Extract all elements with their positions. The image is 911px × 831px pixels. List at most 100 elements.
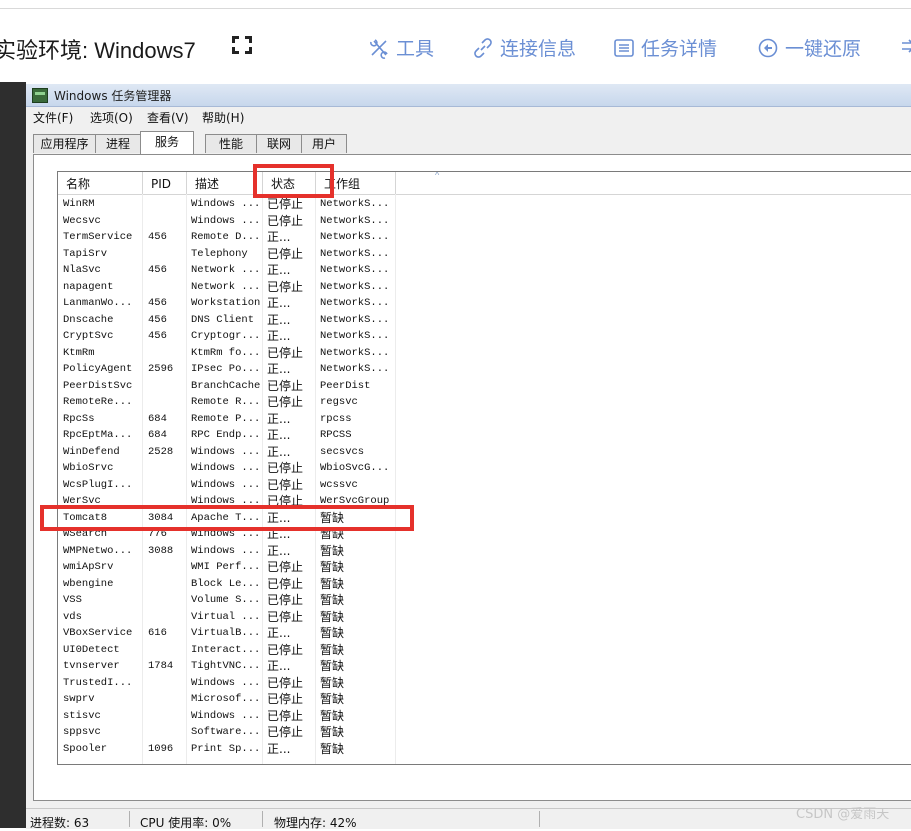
table-row[interactable]: wmiApSrv WMI Perf... 已停止 暂缺 — [58, 559, 911, 576]
tab-performance[interactable]: 性能 — [205, 134, 257, 153]
table-row[interactable]: VSS Volume S... 已停止 暂缺 — [58, 592, 911, 609]
table-row[interactable]: TrustedI... Windows ... 已停止 暂缺 — [58, 675, 911, 692]
tools-button[interactable]: 工具 — [368, 34, 434, 61]
column-header-description[interactable]: 描述 — [187, 172, 263, 194]
cell-pid: 2528 — [148, 445, 174, 458]
cell-name: NlaSvc — [63, 264, 101, 276]
cell-desc: Windows ... — [191, 478, 261, 491]
table-row[interactable]: WMPNetwo... 3088 Windows ... 正... 暂缺 — [58, 543, 911, 560]
cell-name: Wecsvc — [63, 214, 101, 227]
table-row[interactable]: RemoteRe... Remote R... 已停止 regsvc — [58, 394, 911, 411]
menu-view[interactable]: 查看(V) — [147, 109, 189, 126]
cell-group: PeerDist — [320, 379, 371, 392]
task-details-button[interactable]: 任务详情 — [613, 34, 717, 61]
cell-desc: Block Le... — [191, 577, 261, 590]
cell-name: tvnserver — [63, 660, 120, 672]
cell-state: 已停止 — [267, 642, 304, 657]
link-icon — [474, 37, 492, 58]
cell-pid: 1784 — [148, 660, 174, 672]
cell-desc: Windows ... — [191, 544, 261, 557]
cell-group: 暂缺 — [320, 543, 345, 558]
cell-desc: Volume S... — [191, 594, 261, 606]
cell-desc: KtmRm fo... — [191, 346, 261, 359]
tab-users[interactable]: 用户 — [301, 134, 347, 153]
cell-state: 已停止 — [267, 725, 304, 739]
cell-name: WMPNetwo... — [63, 544, 133, 557]
cell-name: Spooler — [63, 742, 108, 755]
one-click-restore-button[interactable]: 一键还原 — [757, 34, 861, 61]
more-icon[interactable] — [900, 38, 911, 54]
table-row[interactable]: UI0Detect Interact... 已停止 暂缺 — [58, 642, 911, 659]
table-row[interactable]: Spooler 1096 Print Sp... 正... 暂缺 — [58, 741, 911, 758]
cell-desc: Windows ... — [191, 214, 261, 227]
cell-state: 正... — [267, 263, 291, 277]
tab-networking[interactable]: 联网 — [256, 134, 302, 153]
table-row[interactable]: Wecsvc Windows ... 已停止 NetworkS... — [58, 213, 911, 230]
table-row[interactable]: TapiSrv Telephony 已停止 NetworkS... — [58, 246, 911, 263]
table-row[interactable]: tvnserver 1784 TightVNC... 正... 暂缺 — [58, 658, 911, 675]
column-header-pid[interactable]: PID — [143, 172, 187, 194]
cell-desc: Network ... — [191, 264, 261, 276]
cell-name: stisvc — [63, 709, 101, 722]
cell-state: 已停止 — [267, 692, 304, 706]
menu-options[interactable]: 选项(O) — [90, 109, 133, 126]
cell-name: VBoxService — [63, 627, 133, 639]
table-row[interactable]: stisvc Windows ... 已停止 暂缺 — [58, 708, 911, 725]
table-row[interactable]: WcsPlugI... Windows ... 已停止 wcssvc — [58, 477, 911, 494]
cell-name: TermService — [63, 231, 133, 243]
cpu-usage: CPU 使用率: 0% — [140, 816, 232, 830]
task-details-label: 任务详情 — [641, 39, 718, 60]
table-row[interactable]: KtmRm KtmRm fo... 已停止 NetworkS... — [58, 345, 911, 362]
table-row[interactable]: LanmanWo... 456 Workstation 正... NetworkS... — [58, 295, 911, 312]
table-row[interactable]: PolicyAgent 2596 IPsec Po... 正... NetworkS..… — [58, 361, 911, 378]
table-row[interactable]: WinRM Windows ... 已停止 NetworkS... — [58, 196, 911, 213]
tab-applications[interactable]: 应用程序 — [33, 134, 96, 153]
cell-name: sppsvc — [63, 726, 101, 738]
cell-desc: BranchCache — [191, 379, 261, 392]
task-manager-icon — [32, 88, 48, 103]
table-row[interactable]: PeerDistSvc BranchCache 已停止 PeerDist — [58, 378, 911, 395]
table-row[interactable]: WbioSrvc Windows ... 已停止 WbioSvcG... — [58, 460, 911, 477]
task-manager-window: Windows 任务管理器 文件(F) 选项(O) 查看(V) 帮助(H) 应用… — [26, 84, 911, 830]
table-row[interactable]: wbengine Block Le... 已停止 暂缺 — [58, 576, 911, 593]
column-header-name[interactable]: 名称 — [58, 172, 143, 194]
menu-help[interactable]: 帮助(H) — [202, 109, 244, 126]
cell-group: NetworkS... — [320, 264, 390, 276]
cell-group: NetworkS... — [320, 313, 390, 326]
tab-services[interactable]: 服务 — [140, 131, 194, 154]
table-row[interactable]: vds Virtual ... 已停止 暂缺 — [58, 609, 911, 626]
cell-name: wbengine — [63, 577, 114, 590]
watermark: CSDN @爱雨天 — [796, 807, 890, 822]
table-row[interactable]: VBoxService 616 VirtualB... 正... 暂缺 — [58, 625, 911, 642]
cell-name: swprv — [63, 693, 95, 705]
fullscreen-icon[interactable] — [230, 34, 254, 56]
connection-info-button[interactable]: 连接信息 — [472, 34, 576, 61]
table-row[interactable]: RpcSs 684 Remote P... 正... rpcss — [58, 411, 911, 428]
table-row[interactable]: RpcEptMa... 684 RPC Endp... 正... RPCSS — [58, 427, 911, 444]
table-row[interactable]: CryptSvc 456 Cryptogr... 正... NetworkS... — [58, 328, 911, 345]
cell-desc: Print Sp... — [191, 742, 261, 755]
table-row[interactable]: sppsvc Software... 已停止 暂缺 — [58, 724, 911, 741]
cell-state: 已停止 — [267, 345, 304, 360]
cell-pid: 3088 — [148, 544, 174, 557]
table-row[interactable]: NlaSvc 456 Network ... 正... NetworkS... — [58, 262, 911, 279]
table-row[interactable]: napagent Network ... 已停止 NetworkS... — [58, 279, 911, 296]
cell-state: 已停止 — [267, 213, 304, 228]
cell-desc: Remote R... — [191, 396, 261, 408]
cell-group: NetworkS... — [320, 297, 390, 309]
cell-desc: Microsof... — [191, 693, 261, 705]
cell-state: 正... — [267, 626, 291, 640]
table-row[interactable]: TermService 456 Remote D... 正... NetworkS... — [58, 229, 911, 246]
menu-file[interactable]: 文件(F) — [33, 109, 73, 126]
table-row[interactable]: Dnscache 456 DNS Client 正... NetworkS... — [58, 312, 911, 329]
cell-desc: Windows ... — [191, 676, 261, 689]
cell-pid: 684 — [148, 412, 167, 425]
services-list[interactable]: 名称 PID 描述 状态 工作组 ^ WinRM Windows ... 已停止 Ne… — [57, 171, 911, 765]
cell-state: 正... — [267, 543, 291, 558]
table-row[interactable]: WinDefend 2528 Windows ... 正... secsvcs — [58, 444, 911, 461]
status-column-highlight — [253, 164, 334, 198]
cell-state: 正... — [267, 444, 291, 459]
tab-processes[interactable]: 进程 — [95, 134, 141, 153]
table-row[interactable]: swprv Microsof... 已停止 暂缺 — [58, 691, 911, 708]
cell-pid: 684 — [148, 429, 167, 441]
